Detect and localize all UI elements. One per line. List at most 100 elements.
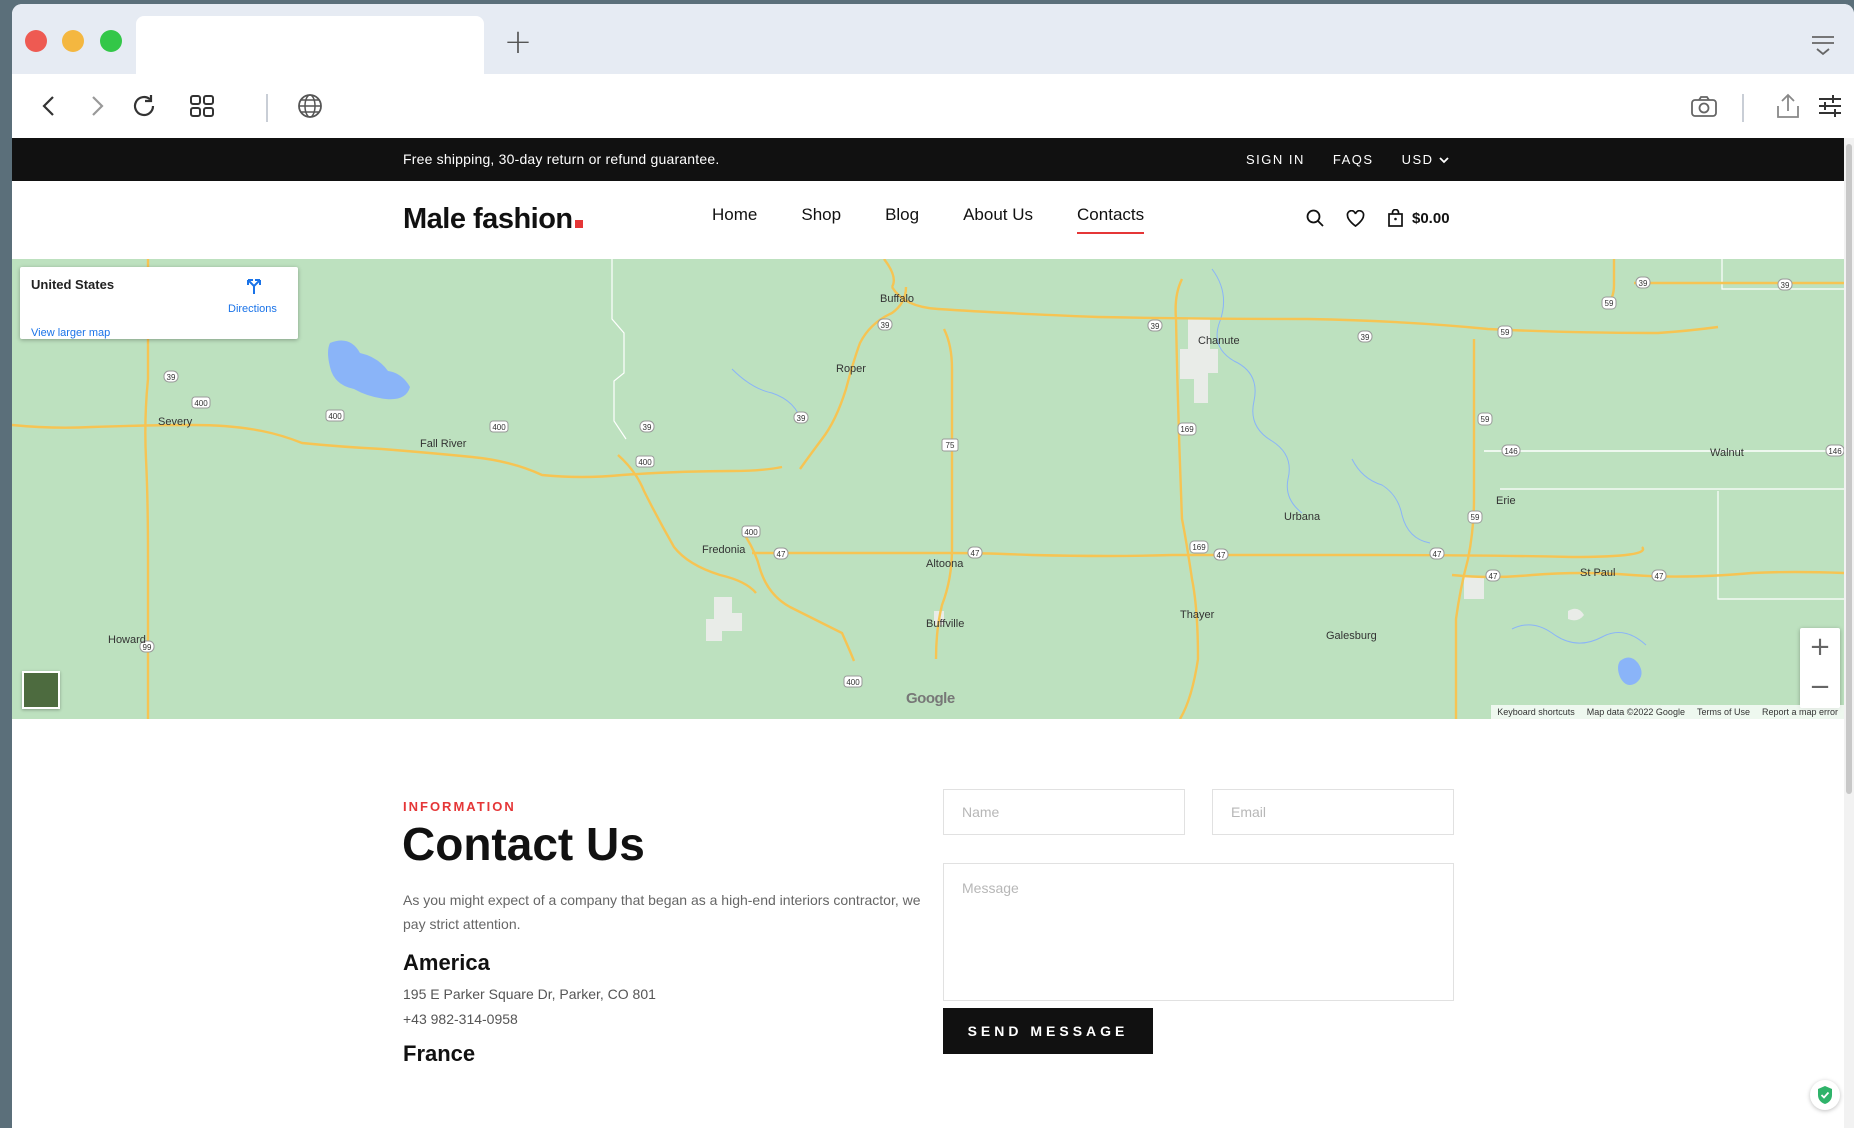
report-map-error-link[interactable]: Report a map error — [1762, 707, 1838, 717]
route-shield: 39 — [1357, 330, 1373, 343]
minimize-window-button[interactable] — [62, 30, 84, 52]
send-message-button[interactable]: SEND MESSAGE — [943, 1008, 1153, 1054]
satellite-toggle[interactable] — [22, 671, 60, 709]
map-label-town: Fall River — [420, 438, 467, 450]
nav-about-us[interactable]: About Us — [963, 205, 1033, 234]
directions-link[interactable]: Directions — [228, 303, 277, 315]
currency-value: USD — [1401, 152, 1434, 167]
route-shield: 39 — [1635, 276, 1651, 289]
google-logo: Google — [906, 690, 955, 707]
new-tab-button[interactable]: + — [498, 24, 538, 64]
active-tab[interactable] — [136, 16, 484, 74]
route-shield: 59 — [1497, 325, 1513, 339]
site-header: Male fashion Home Shop Blog About Us Con… — [12, 181, 1844, 259]
keyboard-shortcuts-link[interactable]: Keyboard shortcuts — [1497, 707, 1575, 717]
tab-menu-icon[interactable] — [1810, 32, 1836, 58]
view-larger-map-link[interactable]: View larger map — [31, 327, 110, 339]
email-field[interactable] — [1212, 789, 1454, 835]
announcement-bar: Free shipping, 30-day return or refund g… — [12, 138, 1844, 181]
route-shield: 47 — [1651, 569, 1667, 582]
route-shield: 39 — [877, 318, 893, 331]
map-label-town: Thayer — [1180, 609, 1215, 621]
nav-home[interactable]: Home — [712, 205, 757, 234]
name-field[interactable] — [943, 789, 1185, 835]
route-shield: 146 — [1825, 444, 1844, 457]
route-shield: 169 — [1177, 422, 1197, 436]
svg-text:400: 400 — [328, 412, 342, 421]
close-window-button[interactable] — [25, 30, 47, 52]
chevron-down-icon — [1439, 157, 1449, 164]
region-address: 195 E Parker Square Dr, Parker, CO 801 — [403, 986, 656, 1002]
route-shield: 59 — [1601, 296, 1617, 310]
map-info-card: United States Directions View larger map — [20, 267, 298, 339]
svg-text:39: 39 — [1639, 279, 1648, 288]
map-label-town: Buffville — [926, 618, 964, 630]
toolbar-separator — [1742, 94, 1744, 122]
share-icon[interactable] — [1770, 88, 1806, 124]
map-label-town: Galesburg — [1326, 630, 1377, 642]
map-label-town: Buffalo — [880, 293, 914, 305]
globe-icon[interactable] — [292, 88, 328, 124]
message-field[interactable] — [943, 863, 1454, 1001]
search-icon[interactable] — [1306, 209, 1324, 227]
terms-of-use-link[interactable]: Terms of Use — [1697, 707, 1750, 717]
reload-icon[interactable] — [126, 88, 162, 124]
nav-shop[interactable]: Shop — [801, 205, 841, 234]
region-heading: America — [403, 950, 490, 975]
route-shield: 146 — [1501, 444, 1521, 457]
nav-blog[interactable]: Blog — [885, 205, 919, 234]
route-shield: 47 — [1213, 548, 1229, 561]
route-shield: 47 — [967, 546, 983, 559]
header-icons: $0.00 — [1306, 209, 1450, 227]
intro-text: As you might expect of a company that be… — [403, 892, 921, 932]
scrollbar-thumb[interactable] — [1846, 144, 1852, 794]
security-shield-icon[interactable] — [1810, 1080, 1840, 1110]
route-shield: 47 — [1429, 547, 1445, 560]
section-label: INFORMATION — [403, 799, 516, 814]
route-shield: 39 — [793, 411, 809, 424]
route-shield: 39 — [1147, 319, 1163, 332]
route-shield: 400 — [843, 675, 863, 688]
svg-text:400: 400 — [492, 423, 506, 432]
route-shield: 47 — [1485, 569, 1501, 582]
svg-text:59: 59 — [1605, 299, 1614, 308]
forward-icon[interactable] — [78, 88, 114, 124]
map-label-town: Chanute — [1198, 335, 1240, 347]
route-shield: 39 — [163, 370, 179, 383]
svg-text:47: 47 — [971, 549, 980, 558]
svg-text:39: 39 — [167, 373, 176, 382]
maximize-window-button[interactable] — [100, 30, 122, 52]
map-label-town: Erie — [1496, 495, 1516, 507]
zoom-in-button[interactable]: + — [1800, 628, 1840, 668]
shopping-bag-icon[interactable] — [1387, 209, 1404, 227]
page-title: Contact Us — [402, 818, 645, 870]
route-shield: 400 — [741, 525, 761, 538]
site-logo[interactable]: Male fashion — [403, 203, 583, 236]
back-icon[interactable] — [32, 88, 68, 124]
svg-text:400: 400 — [846, 678, 860, 687]
svg-text:39: 39 — [1781, 281, 1790, 290]
faqs-link[interactable]: FAQS — [1333, 152, 1374, 167]
sign-in-link[interactable]: SIGN IN — [1246, 152, 1305, 167]
zoom-out-button[interactable]: − — [1800, 668, 1840, 708]
svg-text:400: 400 — [744, 528, 758, 537]
page-scrollbar[interactable] — [1844, 138, 1854, 1128]
svg-text:47: 47 — [1489, 572, 1498, 581]
settings-sliders-icon[interactable] — [1812, 88, 1848, 124]
currency-select[interactable]: USD — [1402, 152, 1449, 167]
map-label-town: Roper — [836, 363, 866, 375]
directions-icon[interactable] — [245, 277, 263, 300]
svg-text:39: 39 — [1151, 322, 1160, 331]
map-label-town: Altoona — [926, 558, 964, 570]
embedded-map[interactable]: 39 400 400 400 400 400 400 39 39 39 39 3… — [12, 259, 1844, 719]
svg-text:400: 400 — [194, 399, 208, 408]
map-label-town: Howard — [108, 634, 146, 646]
logo-text: Male fashion — [403, 203, 573, 235]
camera-icon[interactable] — [1686, 88, 1722, 124]
heart-icon[interactable] — [1346, 209, 1365, 227]
map-place-name: United States — [31, 277, 115, 292]
map-data-credit: Map data ©2022 Google — [1586, 707, 1685, 717]
nav-contacts[interactable]: Contacts — [1077, 205, 1145, 234]
tab-grid-icon[interactable] — [184, 88, 220, 124]
cart-total[interactable]: $0.00 — [1412, 210, 1450, 227]
